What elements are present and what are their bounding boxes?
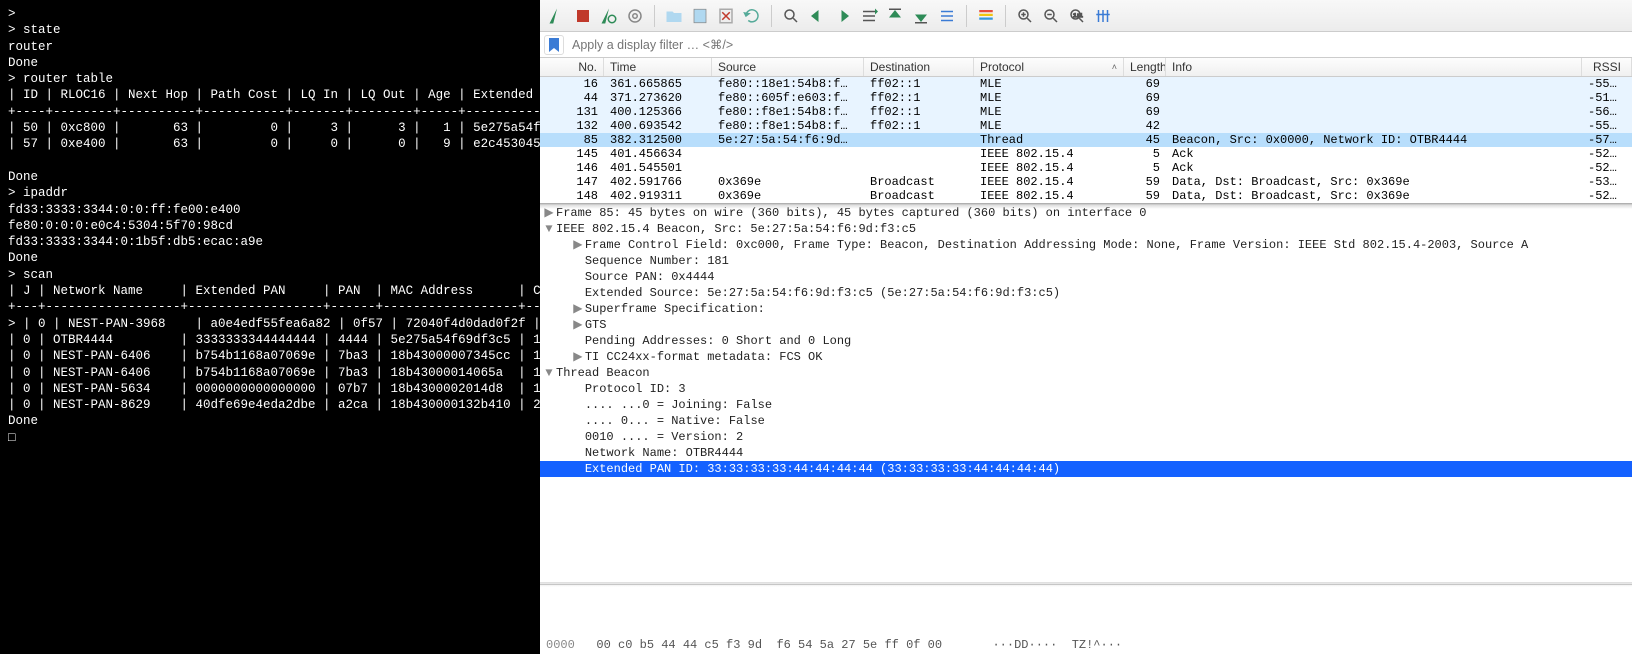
zoom-in-icon[interactable] bbox=[1014, 5, 1036, 27]
save-file-icon[interactable] bbox=[689, 5, 711, 27]
packet-details-pane[interactable]: ▶Frame 85: 45 bytes on wire (360 bits), … bbox=[540, 204, 1632, 584]
table-row[interactable]: 16361.665865fe80::18e1:54b8:f…ff02::1MLE… bbox=[540, 77, 1632, 91]
wireshark-window: 1:1 No. Time Source Destination Protocol… bbox=[540, 0, 1632, 654]
packet-bytes-pane[interactable]: 0000 00 c0 b5 44 44 c5 f3 9d f6 54 5a 27… bbox=[540, 584, 1632, 654]
table-row[interactable]: 131400.125366fe80::f8e1:54b8:f…ff02::1ML… bbox=[540, 105, 1632, 119]
detail-line[interactable]: Extended Source: 5e:27:5a:54:f6:9d:f3:c5… bbox=[540, 285, 1632, 301]
table-row[interactable]: 147402.5917660x369eBroadcastIEEE 802.15.… bbox=[540, 175, 1632, 189]
restart-capture-icon[interactable] bbox=[598, 5, 620, 27]
detail-line[interactable]: .... 0... = Native: False bbox=[540, 413, 1632, 429]
go-back-icon[interactable] bbox=[806, 5, 828, 27]
detail-line[interactable]: .... ...0 = Joining: False bbox=[540, 397, 1632, 413]
resize-columns-icon[interactable] bbox=[1092, 5, 1114, 27]
detail-line[interactable]: Protocol ID: 3 bbox=[540, 381, 1632, 397]
start-capture-icon[interactable] bbox=[546, 5, 568, 27]
open-file-icon[interactable] bbox=[663, 5, 685, 27]
col-destination[interactable]: Destination bbox=[864, 58, 974, 76]
table-row[interactable]: 148402.9193110x369eBroadcastIEEE 802.15.… bbox=[540, 189, 1632, 203]
detail-line[interactable]: ▶GTS bbox=[540, 317, 1632, 333]
options-icon[interactable] bbox=[624, 5, 646, 27]
stop-capture-icon[interactable] bbox=[572, 5, 594, 27]
bookmark-icon[interactable] bbox=[544, 35, 564, 55]
svg-text:1:1: 1:1 bbox=[1073, 12, 1082, 18]
detail-line[interactable]: ▼Thread Beacon bbox=[540, 365, 1632, 381]
find-icon[interactable] bbox=[780, 5, 802, 27]
sort-caret-icon: ˄ bbox=[1112, 62, 1117, 72]
terminal[interactable]: > > state router Done > router table | I… bbox=[0, 0, 540, 654]
detail-line[interactable]: Sequence Number: 181 bbox=[540, 253, 1632, 269]
zoom-out-icon[interactable] bbox=[1040, 5, 1062, 27]
col-info[interactable]: Info bbox=[1166, 58, 1582, 76]
detail-line[interactable]: Extended PAN ID: 33:33:33:33:44:44:44:44… bbox=[540, 461, 1632, 477]
col-source[interactable]: Source bbox=[712, 58, 864, 76]
detail-line[interactable]: ▶Superframe Specification: bbox=[540, 301, 1632, 317]
detail-line[interactable]: ▶TI CC24xx-format metadata: FCS OK bbox=[540, 349, 1632, 365]
col-time[interactable]: Time bbox=[604, 58, 712, 76]
col-length[interactable]: Length bbox=[1124, 58, 1166, 76]
packet-list-header[interactable]: No. Time Source Destination Protocol˄ Le… bbox=[540, 58, 1632, 77]
detail-line[interactable]: Source PAN: 0x4444 bbox=[540, 269, 1632, 285]
reload-icon[interactable] bbox=[741, 5, 763, 27]
col-no[interactable]: No. bbox=[540, 58, 604, 76]
display-filter-bar bbox=[540, 32, 1632, 58]
colorize-icon[interactable] bbox=[975, 5, 997, 27]
table-row[interactable]: 85382.3125005e:27:5a:54:f6:9d…Thread45Be… bbox=[540, 133, 1632, 147]
detail-line[interactable]: ▼IEEE 802.15.4 Beacon, Src: 5e:27:5a:54:… bbox=[540, 221, 1632, 237]
table-row[interactable]: 44371.273620fe80::605f:e603:f…ff02::1MLE… bbox=[540, 91, 1632, 105]
close-file-icon[interactable] bbox=[715, 5, 737, 27]
detail-line[interactable]: 0010 .... = Version: 2 bbox=[540, 429, 1632, 445]
packet-list-pane[interactable]: No. Time Source Destination Protocol˄ Le… bbox=[540, 58, 1632, 204]
table-row[interactable]: 146401.545501IEEE 802.15.45Ack-52dB bbox=[540, 161, 1632, 175]
detail-line[interactable]: ▶Frame Control Field: 0xc000, Frame Type… bbox=[540, 237, 1632, 253]
zoom-reset-icon[interactable]: 1:1 bbox=[1066, 5, 1088, 27]
col-rssi[interactable]: RSSI bbox=[1582, 58, 1632, 76]
toolbar: 1:1 bbox=[540, 0, 1632, 32]
go-last-icon[interactable] bbox=[910, 5, 932, 27]
col-protocol[interactable]: Protocol˄ bbox=[974, 58, 1124, 76]
detail-line[interactable]: Network Name: OTBR4444 bbox=[540, 445, 1632, 461]
table-row[interactable]: 132400.693542fe80::f8e1:54b8:f…ff02::1ML… bbox=[540, 119, 1632, 133]
go-to-packet-icon[interactable] bbox=[858, 5, 880, 27]
go-forward-icon[interactable] bbox=[832, 5, 854, 27]
go-first-icon[interactable] bbox=[884, 5, 906, 27]
detail-line[interactable]: Pending Addresses: 0 Short and 0 Long bbox=[540, 333, 1632, 349]
display-filter-input[interactable] bbox=[568, 35, 1632, 55]
table-row[interactable]: 145401.456634IEEE 802.15.45Ack-52dB bbox=[540, 147, 1632, 161]
hex-line[interactable]: 0000 00 c0 b5 44 44 c5 f3 9d f6 54 5a 27… bbox=[546, 637, 1632, 653]
auto-scroll-icon[interactable] bbox=[936, 5, 958, 27]
